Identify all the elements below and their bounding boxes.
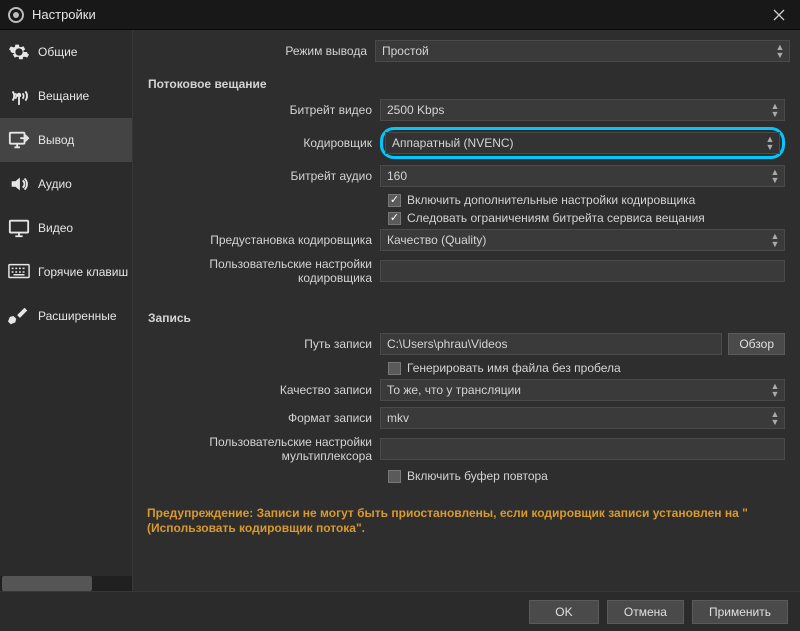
- sidebar: Общие Вещание Вывод Аудио: [0, 30, 133, 591]
- recording-path-label: Путь записи: [148, 337, 380, 351]
- monitor-arrow-icon: [8, 129, 30, 151]
- sidebar-item-label: Расширенные: [38, 309, 117, 323]
- checkbox-unchecked-icon: [388, 470, 401, 483]
- recording-format-label: Формат записи: [148, 411, 380, 425]
- recording-section: Запись Путь записи C:\Users\phrau\Videos…: [143, 302, 790, 492]
- sidebar-item-advanced[interactable]: Расширенные: [0, 294, 132, 338]
- main-area: Общие Вещание Вывод Аудио: [0, 30, 800, 591]
- spin-icon: ▲▼: [770, 382, 780, 398]
- sidebar-item-video[interactable]: Видео: [0, 206, 132, 250]
- nospace-checkbox-row[interactable]: Генерировать имя файла без пробела: [388, 361, 785, 375]
- bottom-bar: OK Отмена Применить: [0, 591, 800, 631]
- monitor-icon: [8, 217, 30, 239]
- sidebar-item-general[interactable]: Общие: [0, 30, 132, 74]
- enforce-bitrate-checkbox-label: Следовать ограничениям битрейта сервиса …: [407, 211, 705, 225]
- recording-section-title: Запись: [148, 311, 785, 325]
- sidebar-item-audio[interactable]: Аудио: [0, 162, 132, 206]
- sidebar-item-label: Видео: [38, 221, 73, 235]
- spin-icon: ▲▼: [765, 135, 775, 151]
- warning-text: Предупреждение: Записи не могут быть при…: [147, 506, 786, 536]
- tools-icon: [8, 305, 30, 327]
- preset-label: Предустановка кодировщика: [148, 233, 380, 247]
- close-button[interactable]: [758, 0, 800, 30]
- streaming-section: Потоковое вещание Битрейт видео 2500 Kbp…: [143, 68, 790, 296]
- advanced-encoder-checkbox-label: Включить дополнительные настройки кодиро…: [407, 193, 695, 207]
- sidebar-item-label: Вывод: [38, 133, 74, 147]
- app-icon: [8, 7, 24, 23]
- checkbox-checked-icon: [388, 212, 401, 225]
- spin-icon: ▲▼: [770, 102, 780, 118]
- window-title: Настройки: [32, 7, 758, 22]
- custom-encoder-label: Пользовательские настройки кодировщика: [148, 257, 380, 285]
- replay-buffer-checkbox-label: Включить буфер повтора: [407, 469, 548, 483]
- video-bitrate-select[interactable]: 2500 Kbps▲▼: [380, 99, 785, 121]
- titlebar: Настройки: [0, 0, 800, 30]
- browse-button[interactable]: Обзор: [728, 333, 785, 355]
- sidebar-item-label: Аудио: [38, 177, 72, 191]
- sidebar-item-label: Общие: [38, 45, 77, 59]
- sidebar-item-output[interactable]: Вывод: [0, 118, 132, 162]
- spin-icon: ▲▼: [775, 43, 785, 59]
- muxer-settings-label: Пользовательские настройки мультиплексор…: [148, 435, 380, 463]
- spin-icon: ▲▼: [770, 168, 780, 184]
- video-bitrate-label: Битрейт видео: [148, 103, 380, 117]
- recording-path-input[interactable]: C:\Users\phrau\Videos: [380, 333, 722, 355]
- recording-format-select[interactable]: mkv▲▼: [380, 407, 785, 429]
- output-mode-label: Режим вывода: [143, 44, 375, 58]
- checkbox-unchecked-icon: [388, 362, 401, 375]
- spin-icon: ▲▼: [770, 232, 780, 248]
- apply-button[interactable]: Применить: [692, 600, 788, 624]
- encoder-select[interactable]: Аппаратный (NVENC)▲▼: [385, 132, 780, 154]
- sidebar-scrollbar[interactable]: [0, 576, 132, 591]
- recording-quality-select[interactable]: То же, что у трансляции▲▼: [380, 379, 785, 401]
- recording-quality-label: Качество записи: [148, 383, 380, 397]
- speaker-icon: [8, 173, 30, 195]
- sidebar-item-stream[interactable]: Вещание: [0, 74, 132, 118]
- spin-icon: ▲▼: [770, 410, 780, 426]
- enforce-bitrate-checkbox-row[interactable]: Следовать ограничениям битрейта сервиса …: [388, 211, 785, 225]
- ok-button[interactable]: OK: [529, 600, 599, 624]
- gear-icon: [8, 41, 30, 63]
- keyboard-icon: [8, 261, 30, 283]
- replay-buffer-checkbox-row[interactable]: Включить буфер повтора: [388, 469, 785, 483]
- preset-select[interactable]: Качество (Quality)▲▼: [380, 229, 785, 251]
- nospace-checkbox-label: Генерировать имя файла без пробела: [407, 361, 621, 375]
- output-mode-select[interactable]: Простой ▲▼: [375, 40, 790, 62]
- audio-bitrate-label: Битрейт аудио: [148, 169, 380, 183]
- advanced-encoder-checkbox-row[interactable]: Включить дополнительные настройки кодиро…: [388, 193, 785, 207]
- checkbox-checked-icon: [388, 194, 401, 207]
- sidebar-item-label: Вещание: [38, 89, 89, 103]
- muxer-settings-input[interactable]: [380, 438, 785, 460]
- content-panel: Режим вывода Простой ▲▼ Потоковое вещани…: [133, 30, 800, 591]
- cancel-button[interactable]: Отмена: [607, 600, 684, 624]
- audio-bitrate-select[interactable]: 160▲▼: [380, 165, 785, 187]
- custom-encoder-input[interactable]: [380, 260, 785, 282]
- sidebar-item-hotkeys[interactable]: Горячие клавиш: [0, 250, 132, 294]
- antenna-icon: [8, 85, 30, 107]
- streaming-section-title: Потоковое вещание: [148, 77, 785, 91]
- encoder-label: Кодировщик: [148, 136, 380, 150]
- sidebar-item-label: Горячие клавиш: [38, 265, 128, 279]
